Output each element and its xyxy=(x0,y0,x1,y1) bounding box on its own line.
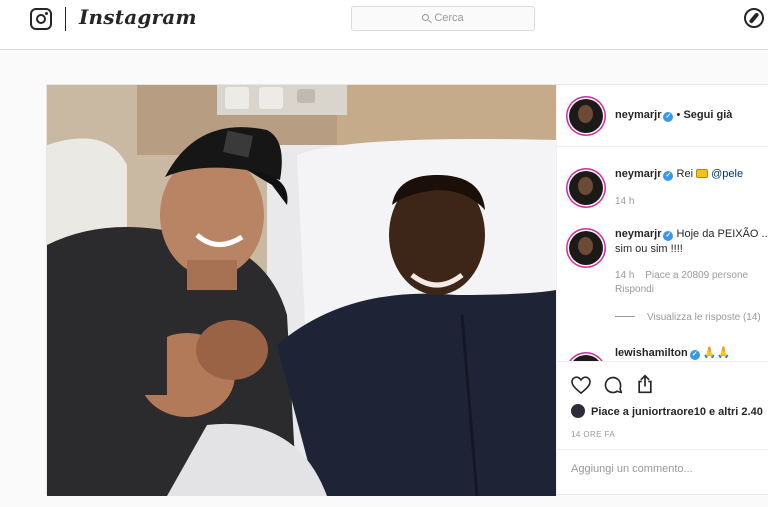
comment-text: Rei xyxy=(676,168,694,180)
nav-divider xyxy=(65,7,66,31)
list-item: neymarjr ✓ Rei @pele 14 h xyxy=(557,163,768,223)
header-line: neymarjr ✓ • Segui già xyxy=(615,109,732,122)
crown-emoji xyxy=(696,169,709,178)
likes-text: Piace a juniortraore10 e altri 2.40 xyxy=(591,406,763,418)
compass-icon[interactable] xyxy=(744,8,764,28)
comment-body: neymarjr ✓ Hoje da PEIXÃO ... xyxy=(615,228,768,241)
commenter-avatar[interactable] xyxy=(569,171,603,205)
mention-link[interactable]: @pele xyxy=(711,168,743,180)
comment-username[interactable]: lewishamilton xyxy=(615,347,688,359)
folded-hands-emoji: 🙏🙏 xyxy=(702,347,731,359)
post-header: neymarjr ✓ • Segui già xyxy=(557,85,768,147)
add-comment-input[interactable] xyxy=(571,463,768,475)
likes-summary[interactable]: Piace a juniortraore10 e altri 2.40 xyxy=(571,404,763,418)
comment-body: neymarjr ✓ Rei @pele xyxy=(615,168,743,181)
instagram-glyph-icon[interactable] xyxy=(30,8,52,30)
view-replies-button[interactable]: Visualizza le risposte (14) xyxy=(615,312,761,323)
verified-icon: ✓ xyxy=(663,112,674,122)
comment-text: Hoje da PEIXÃO ... xyxy=(676,228,768,240)
post-card: neymarjr ✓ • Segui già neymarjr ✓ Rei @pel… xyxy=(46,84,768,496)
heart-icon[interactable] xyxy=(571,376,591,394)
liker-avatar xyxy=(571,404,585,418)
top-nav: Instagram Cerca xyxy=(0,0,768,50)
share-icon[interactable] xyxy=(635,374,655,394)
instagram-wordmark[interactable]: Instagram xyxy=(79,5,197,29)
post-timestamp[interactable]: 14 ORE FA xyxy=(571,430,615,439)
list-item: neymarjr ✓ Hoje da PEIXÃO ... sim ou sim … xyxy=(557,223,768,295)
post-photo-image xyxy=(47,85,556,496)
comment-meta: 14 h Piace a 20809 persone xyxy=(615,270,748,281)
comment-text-continued: sim ou sim !!!! xyxy=(615,243,683,255)
add-comment-bar xyxy=(557,449,768,496)
author-username[interactable]: neymarjr xyxy=(615,109,661,121)
comment-time: 14 h xyxy=(615,196,635,207)
search-placeholder: Cerca xyxy=(434,12,464,24)
search-input[interactable]: Cerca xyxy=(351,6,535,31)
comment-time: 14 h xyxy=(615,270,635,281)
commenter-avatar[interactable] xyxy=(569,231,603,265)
post-photo[interactable] xyxy=(47,85,556,496)
comment-body: lewishamilton ✓ 🙏🙏 xyxy=(615,346,730,360)
comment-username[interactable]: neymarjr xyxy=(615,228,661,240)
comment-username[interactable]: neymarjr xyxy=(615,168,661,180)
comment-icon[interactable] xyxy=(603,375,623,395)
post-actions: Piace a juniortraore10 e altri 2.40 xyxy=(557,361,768,421)
search-icon xyxy=(422,14,430,21)
view-replies-label: Visualizza le risposte (14) xyxy=(647,312,761,323)
verified-icon: ✓ xyxy=(663,171,674,181)
post-sidebar: neymarjr ✓ • Segui già neymarjr ✓ Rei @pel… xyxy=(556,85,768,496)
verified-icon: ✓ xyxy=(663,231,674,241)
reply-button[interactable]: Rispondi xyxy=(615,284,654,295)
replies-dash xyxy=(615,316,635,317)
list-item: lewishamilton ✓ 🙏🙏 xyxy=(557,341,768,361)
verified-icon: ✓ xyxy=(689,350,700,360)
author-avatar[interactable] xyxy=(569,99,603,133)
follow-button[interactable]: Segui già xyxy=(683,109,732,121)
comment-likes[interactable]: Piace a 20809 persone xyxy=(645,270,748,281)
